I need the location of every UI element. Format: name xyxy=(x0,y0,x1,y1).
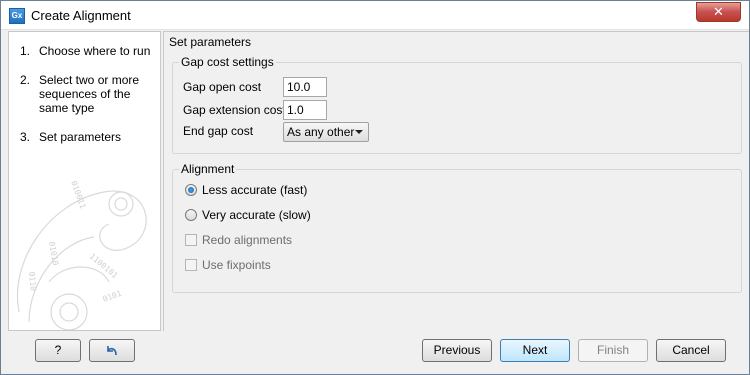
step-label: Set parameters xyxy=(39,130,122,144)
very-accurate-label: Very accurate (slow) xyxy=(202,208,311,222)
less-accurate-radio[interactable] xyxy=(185,184,197,196)
group-title: Gap cost settings xyxy=(179,55,276,69)
finish-button[interactable]: Finish xyxy=(578,339,648,362)
help-button[interactable]: ? xyxy=(35,339,81,362)
very-accurate-radio[interactable] xyxy=(185,209,197,221)
step-number: 1. xyxy=(20,44,31,58)
gap-cost-group: Gap cost settings Gap open cost Gap exte… xyxy=(172,55,742,154)
use-fixpoints-label: Use fixpoints xyxy=(202,258,271,272)
cancel-button[interactable]: Cancel xyxy=(656,339,726,362)
previous-button[interactable]: Previous xyxy=(422,339,492,362)
gap-extension-label: Gap extension cost xyxy=(183,103,286,117)
alignment-group: Alignment Less accurate (fast) Very accu… xyxy=(172,162,742,293)
step-number: 3. xyxy=(20,130,31,144)
gap-open-field[interactable] xyxy=(283,77,327,97)
next-button[interactable]: Next xyxy=(500,339,570,362)
window-title: Create Alignment xyxy=(31,8,131,23)
group-title: Alignment xyxy=(179,162,237,176)
create-alignment-dialog: Gx Create Alignment ✕ 1. Choose where to… xyxy=(0,0,750,375)
app-logo-icon: Gx xyxy=(9,8,25,24)
step-number: 2. xyxy=(20,73,31,87)
svg-text:0110: 0110 xyxy=(27,271,38,291)
decorative-swirl-icon: 010011 01010 1100101 0110 0101 xyxy=(17,180,147,330)
close-button[interactable]: ✕ xyxy=(696,2,741,22)
reset-arrow-icon xyxy=(107,346,117,356)
gap-open-label: Gap open cost xyxy=(183,80,262,94)
step-label: Choose where to run xyxy=(39,44,151,58)
svg-text:1100101: 1100101 xyxy=(88,252,120,281)
redo-alignments-checkbox[interactable] xyxy=(185,234,197,246)
use-fixpoints-checkbox[interactable] xyxy=(185,259,197,271)
less-accurate-label: Less accurate (fast) xyxy=(202,183,308,197)
title-bar: Gx Create Alignment ✕ xyxy=(1,1,749,30)
gap-extension-field[interactable] xyxy=(283,100,327,120)
end-gap-select[interactable]: As any other xyxy=(283,122,369,142)
end-gap-label: End gap cost xyxy=(183,124,254,138)
reset-button[interactable] xyxy=(89,339,135,362)
svg-text:01010: 01010 xyxy=(47,241,60,266)
end-gap-selected-value: As any other xyxy=(287,125,355,139)
wizard-steps-panel: 1. Choose where to run 2. Select two or … xyxy=(8,31,161,331)
redo-alignments-label: Redo alignments xyxy=(202,233,293,247)
step-label: Select two or more sequences of the same… xyxy=(39,73,140,115)
chevron-down-icon xyxy=(355,130,363,134)
svg-text:0101: 0101 xyxy=(102,289,123,304)
panel-title: Set parameters xyxy=(169,35,252,49)
svg-text:010011: 010011 xyxy=(69,180,87,210)
parameters-panel: Set parameters Gap cost settings Gap ope… xyxy=(163,31,749,331)
